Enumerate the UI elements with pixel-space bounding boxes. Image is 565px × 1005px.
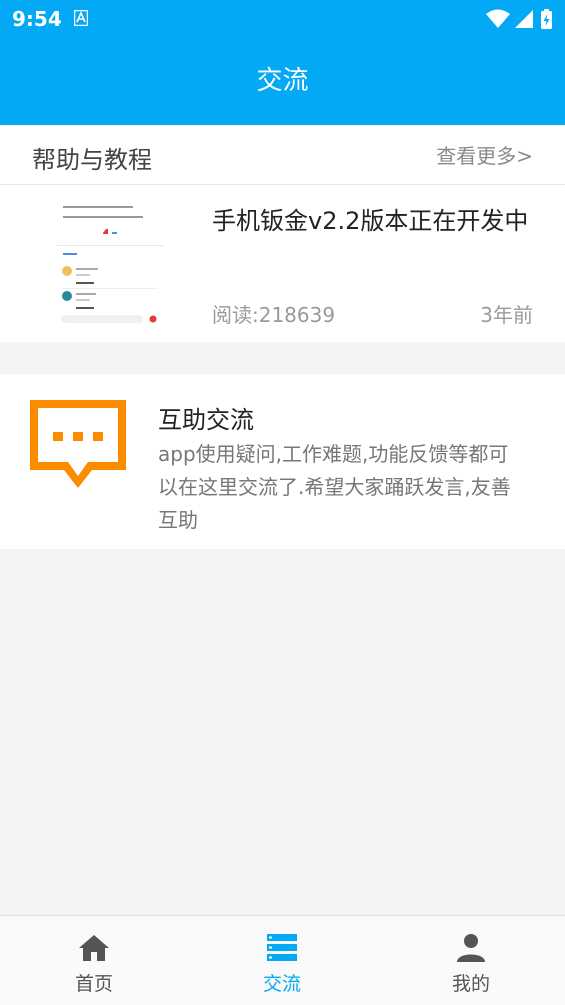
view-more-link[interactable]: 查看更多> [436, 140, 533, 169]
help-section-label: 帮助与教程 [32, 146, 152, 174]
status-time: 9:54 [12, 7, 62, 31]
list-icon [267, 934, 297, 961]
status-bar: 9:54 [0, 0, 565, 38]
article-title: 手机钣金v2.2版本正在开发中 [212, 207, 529, 235]
person-icon [457, 934, 485, 962]
app-bar: 交流 [0, 38, 565, 125]
battery-icon [541, 9, 552, 29]
nav-item-profile[interactable]: 我的 [377, 916, 565, 1005]
forum-list-item[interactable]: 互助交流 app使用疑问,工作难题,功能反馈等都可以在这里交流了.希望大家踊跃发… [0, 374, 565, 549]
help-section-header: 帮助与教程 查看更多> [0, 126, 565, 185]
nav-label-profile: 我的 [451, 973, 490, 995]
article-thumbnail [57, 201, 164, 325]
system-status-icons [486, 9, 552, 29]
forum-description: app使用疑问,工作难题,功能反馈等都可以在这里交流了.希望大家踊跃发言,友善互… [158, 442, 511, 532]
home-icon [79, 935, 109, 961]
article-list-item[interactable]: 手机钣金v2.2版本正在开发中 阅读:218639 3年前 [0, 185, 565, 342]
chat-bubble-icon [30, 400, 126, 488]
page-title: 交流 [256, 66, 309, 96]
nav-item-community[interactable]: 交流 [188, 916, 376, 1005]
article-read-count: 阅读:218639 [212, 303, 336, 327]
forum-title: 互助交流 [158, 406, 254, 434]
bottom-navigation: 首页 交流 我的 [0, 915, 565, 1005]
wifi-icon [486, 9, 510, 28]
nav-label-community: 交流 [262, 973, 301, 995]
article-time-ago: 3年前 [480, 303, 533, 327]
notification-icon [74, 10, 88, 26]
nav-item-home[interactable]: 首页 [0, 916, 188, 1005]
signal-icon [515, 10, 533, 28]
nav-label-home: 首页 [74, 973, 113, 995]
